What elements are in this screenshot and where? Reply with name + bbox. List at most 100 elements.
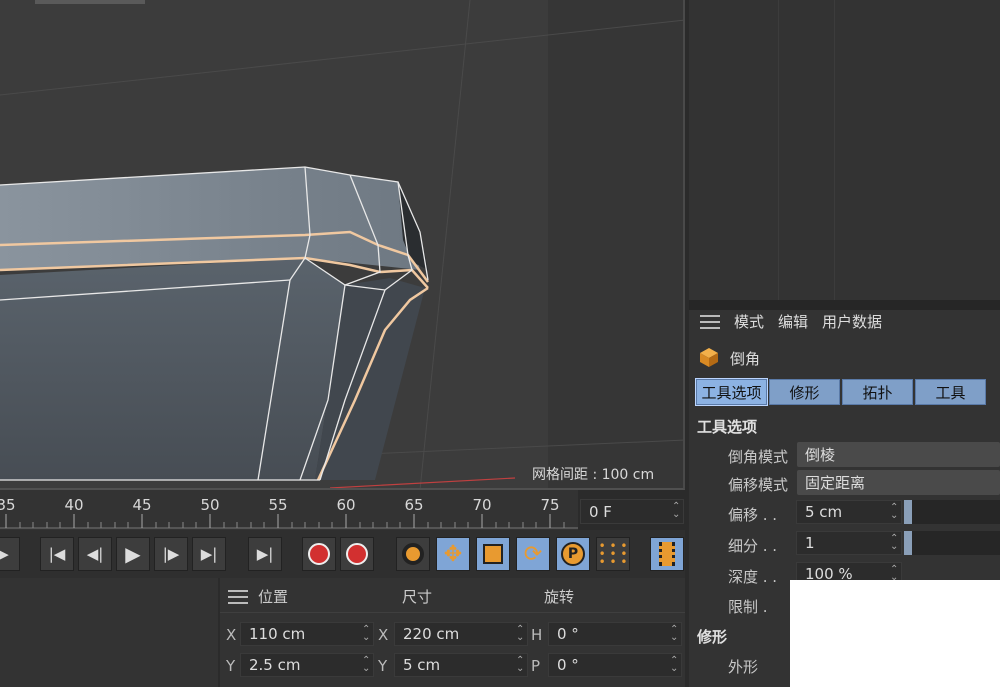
offset-label: 偏移 . . bbox=[728, 506, 778, 524]
menu-user-data[interactable]: 用户数据 bbox=[822, 311, 882, 332]
tab-topology[interactable]: 拓扑 bbox=[842, 379, 913, 405]
rotate-icon: ⟳ bbox=[523, 541, 543, 567]
offset-mode-dropdown[interactable]: 固定距离 bbox=[797, 470, 1000, 495]
go-to-first-icon: |◀ bbox=[48, 545, 66, 563]
prev-frame-icon: ◀| bbox=[86, 545, 104, 563]
go-to-last-icon: ▶| bbox=[256, 545, 274, 563]
spinner-icon[interactable]: ⌃ ⌄ bbox=[516, 625, 524, 643]
scale-icon bbox=[483, 544, 503, 564]
rot-p-input[interactable]: 0 ° ⌃ ⌄ bbox=[548, 653, 682, 677]
play-button[interactable]: ▶ bbox=[116, 537, 150, 571]
shape-label: 外形 bbox=[728, 658, 759, 676]
size-y-input[interactable]: 5 cm ⌃ ⌄ bbox=[394, 653, 528, 677]
object-manager[interactable] bbox=[689, 0, 1000, 300]
mesh-top-face bbox=[0, 167, 420, 270]
go-to-first-frame-button[interactable]: |◀ bbox=[40, 537, 74, 571]
subdivision-value: 1 bbox=[805, 534, 815, 552]
bevel-cube-icon bbox=[698, 346, 720, 368]
size-x-input[interactable]: 220 cm ⌃ ⌄ bbox=[394, 622, 528, 646]
spinner-icon[interactable]: ⌃ ⌄ bbox=[672, 502, 680, 520]
size-y-value: 5 cm bbox=[403, 656, 441, 674]
pos-y-axis: Y bbox=[226, 657, 236, 675]
menu-mode[interactable]: 模式 bbox=[734, 311, 764, 332]
dots-grid-icon: • • • • • • • • • bbox=[598, 539, 628, 569]
size-header: 尺寸 bbox=[402, 588, 433, 606]
grid-line bbox=[419, 0, 471, 488]
scale-key-button[interactable] bbox=[476, 537, 510, 571]
menu-edit[interactable]: 编辑 bbox=[778, 311, 808, 332]
size-x-axis: X bbox=[378, 626, 389, 644]
rot-h-axis: H bbox=[531, 626, 543, 644]
gear-icon bbox=[402, 543, 424, 565]
tab-tool[interactable]: 工具 bbox=[915, 379, 986, 405]
divider bbox=[220, 612, 685, 613]
record-key-icon bbox=[308, 543, 330, 565]
offset-input[interactable]: 5 cm ⌃ ⌄ bbox=[796, 500, 902, 524]
point-level-button[interactable]: P bbox=[556, 537, 590, 571]
rot-h-input[interactable]: 0 ° ⌃ ⌄ bbox=[548, 622, 682, 646]
pos-x-value: 110 cm bbox=[249, 625, 306, 643]
subdivision-slider[interactable] bbox=[904, 531, 1000, 555]
material-manager[interactable] bbox=[0, 578, 218, 687]
move-key-button[interactable]: ✥ bbox=[436, 537, 470, 571]
play-icon: ▶ bbox=[125, 542, 141, 566]
spinner-icon[interactable]: ⌃ ⌄ bbox=[362, 656, 370, 674]
slider-handle[interactable] bbox=[904, 531, 912, 555]
slider-handle[interactable] bbox=[904, 500, 912, 524]
viewport-scene bbox=[0, 0, 683, 488]
key-settings-button[interactable] bbox=[396, 537, 430, 571]
auto-key-button[interactable] bbox=[340, 537, 374, 571]
hamburger-menu-icon[interactable] bbox=[228, 590, 248, 604]
grid-spacing-label: 网格间距 : 100 cm bbox=[532, 467, 655, 483]
scheme-button[interactable] bbox=[650, 537, 684, 571]
mesh-front-face bbox=[0, 258, 345, 480]
spinner-icon[interactable]: ⌃ ⌄ bbox=[890, 503, 898, 521]
pos-y-value: 2.5 cm bbox=[249, 656, 301, 674]
go-to-start-button[interactable]: ▶ bbox=[0, 537, 20, 571]
bevel-mode-label: 倒角模式 bbox=[728, 448, 789, 466]
spinner-icon[interactable]: ⌃ ⌄ bbox=[670, 656, 678, 674]
object-name: 倒角 bbox=[730, 350, 761, 368]
tab-shaping[interactable]: 修形 bbox=[769, 379, 840, 405]
rot-p-value: 0 ° bbox=[557, 656, 579, 674]
panel-divider[interactable] bbox=[689, 300, 1000, 310]
spinner-icon[interactable]: ⌃ ⌄ bbox=[362, 625, 370, 643]
subdivision-input[interactable]: 1 ⌃ ⌄ bbox=[796, 531, 902, 555]
size-y-axis: Y bbox=[378, 657, 388, 675]
position-header: 位置 bbox=[258, 588, 289, 606]
pos-y-input[interactable]: 2.5 cm ⌃ ⌄ bbox=[240, 653, 374, 677]
offset-slider[interactable] bbox=[904, 500, 1000, 524]
column-divider bbox=[834, 0, 835, 300]
transport-bar: ▶ |◀ ◀| ▶ |▶ ▶| ▶| ✥ ⟳ P • • • • • • • • • bbox=[0, 530, 685, 578]
offset-value: 5 cm bbox=[805, 503, 843, 521]
bevel-mode-dropdown[interactable]: 倒棱 bbox=[797, 442, 1000, 467]
timeline-ruler[interactable]: 35 40 45 50 55 60 65 70 75 bbox=[0, 490, 578, 530]
spinner-icon[interactable]: ⌃ ⌄ bbox=[516, 656, 524, 674]
current-frame-field[interactable]: 0 F ⌃ ⌄ bbox=[580, 499, 684, 524]
offset-mode-label: 偏移模式 bbox=[728, 476, 789, 494]
pos-x-input[interactable]: 110 cm ⌃ ⌄ bbox=[240, 622, 374, 646]
rotate-key-button[interactable]: ⟳ bbox=[516, 537, 550, 571]
next-frame-button[interactable]: |▶ bbox=[154, 537, 188, 571]
size-x-value: 220 cm bbox=[403, 625, 460, 643]
go-to-last-button[interactable]: ▶| bbox=[248, 537, 282, 571]
spinner-icon[interactable]: ⌃ ⌄ bbox=[890, 534, 898, 552]
rot-h-value: 0 ° bbox=[557, 625, 579, 643]
pla-button[interactable]: • • • • • • • • • bbox=[596, 537, 630, 571]
tab-tool-options[interactable]: 工具选项 bbox=[695, 378, 768, 406]
depth-label: 深度 . . bbox=[728, 568, 778, 586]
column-divider bbox=[778, 0, 779, 300]
attribute-tabs: 工具选项 修形 拓扑 工具 bbox=[695, 378, 986, 406]
3d-viewport[interactable]: 网格间距 : 100 cm bbox=[0, 0, 685, 490]
go-to-end-button[interactable]: ▶| bbox=[192, 537, 226, 571]
rot-p-axis: P bbox=[531, 657, 541, 675]
overlay-region bbox=[790, 580, 1000, 687]
viewport-shadow-region bbox=[548, 0, 683, 488]
record-button[interactable] bbox=[302, 537, 336, 571]
coordinate-manager: 位置 尺寸 旋转 X 110 cm ⌃ ⌄ X 220 cm ⌃ ⌄ H 0 ° ⌃ ⌄ Y… bbox=[220, 578, 685, 687]
hamburger-menu-icon[interactable] bbox=[700, 314, 720, 329]
prev-frame-button[interactable]: ◀| bbox=[78, 537, 112, 571]
current-frame-value: 0 F bbox=[589, 502, 612, 521]
spinner-icon[interactable]: ⌃ ⌄ bbox=[670, 625, 678, 643]
limit-label: 限制 . bbox=[728, 598, 768, 616]
